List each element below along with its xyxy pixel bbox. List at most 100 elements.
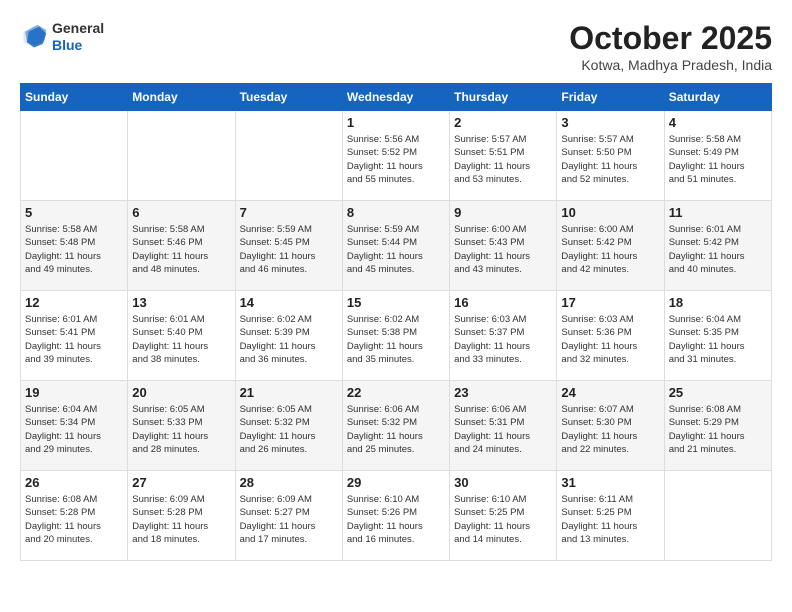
logo-icon bbox=[20, 23, 48, 51]
day-number: 8 bbox=[347, 205, 445, 220]
day-number: 19 bbox=[25, 385, 123, 400]
day-number: 11 bbox=[669, 205, 767, 220]
day-number: 3 bbox=[561, 115, 659, 130]
day-info: Sunrise: 6:09 AM Sunset: 5:28 PM Dayligh… bbox=[132, 493, 230, 546]
weekday-header: Friday bbox=[557, 84, 664, 111]
weekday-header: Wednesday bbox=[342, 84, 449, 111]
calendar-cell: 1Sunrise: 5:56 AM Sunset: 5:52 PM Daylig… bbox=[342, 111, 449, 201]
calendar-cell: 4 Sunrise: 5:58 AM Sunset: 5:49 PM Daylig… bbox=[664, 111, 771, 201]
day-info: Sunrise: 6:01 AM Sunset: 5:40 PM Dayligh… bbox=[132, 313, 230, 366]
calendar-cell bbox=[21, 111, 128, 201]
calendar-cell: 9Sunrise: 6:00 AM Sunset: 5:43 PM Daylig… bbox=[450, 201, 557, 291]
day-number: 5 bbox=[25, 205, 123, 220]
calendar-cell: 12 Sunrise: 6:01 AM Sunset: 5:41 PM Dayli… bbox=[21, 291, 128, 381]
calendar-week-row: 26Sunrise: 6:08 AM Sunset: 5:28 PM Dayli… bbox=[21, 471, 772, 561]
calendar-cell: 28Sunrise: 6:09 AM Sunset: 5:27 PM Dayli… bbox=[235, 471, 342, 561]
day-info: Sunrise: 6:02 AM Sunset: 5:39 PM Dayligh… bbox=[240, 313, 338, 366]
calendar-cell: 31Sunrise: 6:11 AM Sunset: 5:25 PM Dayli… bbox=[557, 471, 664, 561]
day-info: Sunrise: 6:03 AM Sunset: 5:37 PM Dayligh… bbox=[454, 313, 552, 366]
day-number: 13 bbox=[132, 295, 230, 310]
day-info: Sunrise: 6:01 AM Sunset: 5:42 PM Dayligh… bbox=[669, 223, 767, 276]
day-info: Sunrise: 6:09 AM Sunset: 5:27 PM Dayligh… bbox=[240, 493, 338, 546]
day-info: Sunrise: 6:04 AM Sunset: 5:35 PM Dayligh… bbox=[669, 313, 767, 366]
calendar-title: October 2025 bbox=[569, 20, 772, 57]
day-info: Sunrise: 6:00 AM Sunset: 5:42 PM Dayligh… bbox=[561, 223, 659, 276]
calendar-cell: 13 Sunrise: 6:01 AM Sunset: 5:40 PM Dayli… bbox=[128, 291, 235, 381]
weekday-row: SundayMondayTuesdayWednesdayThursdayFrid… bbox=[21, 84, 772, 111]
day-info: Sunrise: 6:06 AM Sunset: 5:31 PM Dayligh… bbox=[454, 403, 552, 456]
day-info: Sunrise: 5:59 AM Sunset: 5:45 PM Dayligh… bbox=[240, 223, 338, 276]
calendar-cell: 18 Sunrise: 6:04 AM Sunset: 5:35 PM Dayli… bbox=[664, 291, 771, 381]
calendar-cell: 27 Sunrise: 6:09 AM Sunset: 5:28 PM Dayli… bbox=[128, 471, 235, 561]
calendar-cell: 20 Sunrise: 6:05 AM Sunset: 5:33 PM Dayli… bbox=[128, 381, 235, 471]
day-number: 22 bbox=[347, 385, 445, 400]
day-number: 12 bbox=[25, 295, 123, 310]
day-info: Sunrise: 5:59 AM Sunset: 5:44 PM Dayligh… bbox=[347, 223, 445, 276]
weekday-header: Monday bbox=[128, 84, 235, 111]
calendar-cell: 11 Sunrise: 6:01 AM Sunset: 5:42 PM Dayli… bbox=[664, 201, 771, 291]
calendar-cell: 17 Sunrise: 6:03 AM Sunset: 5:36 PM Dayli… bbox=[557, 291, 664, 381]
calendar-cell: 26Sunrise: 6:08 AM Sunset: 5:28 PM Dayli… bbox=[21, 471, 128, 561]
day-number: 21 bbox=[240, 385, 338, 400]
logo-blue-text: Blue bbox=[52, 37, 104, 54]
day-number: 29 bbox=[347, 475, 445, 490]
header: General Blue October 2025 Kotwa, Madhya … bbox=[20, 20, 772, 73]
day-number: 25 bbox=[669, 385, 767, 400]
day-info: Sunrise: 6:05 AM Sunset: 5:33 PM Dayligh… bbox=[132, 403, 230, 456]
calendar-cell: 21 Sunrise: 6:05 AM Sunset: 5:32 PM Dayli… bbox=[235, 381, 342, 471]
day-info: Sunrise: 6:00 AM Sunset: 5:43 PM Dayligh… bbox=[454, 223, 552, 276]
day-info: Sunrise: 6:04 AM Sunset: 5:34 PM Dayligh… bbox=[25, 403, 123, 456]
day-info: Sunrise: 6:02 AM Sunset: 5:38 PM Dayligh… bbox=[347, 313, 445, 366]
day-info: Sunrise: 6:01 AM Sunset: 5:41 PM Dayligh… bbox=[25, 313, 123, 366]
day-number: 10 bbox=[561, 205, 659, 220]
day-number: 20 bbox=[132, 385, 230, 400]
day-info: Sunrise: 5:57 AM Sunset: 5:51 PM Dayligh… bbox=[454, 133, 552, 186]
calendar-cell: 15Sunrise: 6:02 AM Sunset: 5:38 PM Dayli… bbox=[342, 291, 449, 381]
day-info: Sunrise: 6:03 AM Sunset: 5:36 PM Dayligh… bbox=[561, 313, 659, 366]
calendar-cell bbox=[235, 111, 342, 201]
day-number: 2 bbox=[454, 115, 552, 130]
calendar-cell: 3 Sunrise: 5:57 AM Sunset: 5:50 PM Daylig… bbox=[557, 111, 664, 201]
calendar-cell: 23 Sunrise: 6:06 AM Sunset: 5:31 PM Dayli… bbox=[450, 381, 557, 471]
day-number: 1 bbox=[347, 115, 445, 130]
logo: General Blue bbox=[20, 20, 104, 54]
calendar-cell bbox=[664, 471, 771, 561]
calendar-body: 1Sunrise: 5:56 AM Sunset: 5:52 PM Daylig… bbox=[21, 111, 772, 561]
day-number: 7 bbox=[240, 205, 338, 220]
title-area: October 2025 Kotwa, Madhya Pradesh, Indi… bbox=[569, 20, 772, 73]
day-info: Sunrise: 5:57 AM Sunset: 5:50 PM Dayligh… bbox=[561, 133, 659, 186]
calendar-cell: 5 Sunrise: 5:58 AM Sunset: 5:48 PM Daylig… bbox=[21, 201, 128, 291]
day-number: 6 bbox=[132, 205, 230, 220]
calendar-cell: 22 Sunrise: 6:06 AM Sunset: 5:32 PM Dayli… bbox=[342, 381, 449, 471]
day-info: Sunrise: 6:10 AM Sunset: 5:26 PM Dayligh… bbox=[347, 493, 445, 546]
day-info: Sunrise: 5:58 AM Sunset: 5:48 PM Dayligh… bbox=[25, 223, 123, 276]
day-number: 27 bbox=[132, 475, 230, 490]
calendar-cell: 25 Sunrise: 6:08 AM Sunset: 5:29 PM Dayli… bbox=[664, 381, 771, 471]
calendar-table: SundayMondayTuesdayWednesdayThursdayFrid… bbox=[20, 83, 772, 561]
day-info: Sunrise: 6:11 AM Sunset: 5:25 PM Dayligh… bbox=[561, 493, 659, 546]
calendar-cell: 16Sunrise: 6:03 AM Sunset: 5:37 PM Dayli… bbox=[450, 291, 557, 381]
day-number: 30 bbox=[454, 475, 552, 490]
calendar-week-row: 5 Sunrise: 5:58 AM Sunset: 5:48 PM Daylig… bbox=[21, 201, 772, 291]
calendar-week-row: 19 Sunrise: 6:04 AM Sunset: 5:34 PM Dayli… bbox=[21, 381, 772, 471]
calendar-cell: 30 Sunrise: 6:10 AM Sunset: 5:25 PM Dayli… bbox=[450, 471, 557, 561]
day-number: 23 bbox=[454, 385, 552, 400]
calendar-cell: 29 Sunrise: 6:10 AM Sunset: 5:26 PM Dayli… bbox=[342, 471, 449, 561]
logo-general-text: General bbox=[52, 20, 104, 37]
day-info: Sunrise: 6:08 AM Sunset: 5:29 PM Dayligh… bbox=[669, 403, 767, 456]
calendar-subtitle: Kotwa, Madhya Pradesh, India bbox=[569, 57, 772, 73]
day-info: Sunrise: 6:06 AM Sunset: 5:32 PM Dayligh… bbox=[347, 403, 445, 456]
calendar-cell: 19 Sunrise: 6:04 AM Sunset: 5:34 PM Dayli… bbox=[21, 381, 128, 471]
day-number: 17 bbox=[561, 295, 659, 310]
calendar-cell: 8 Sunrise: 5:59 AM Sunset: 5:44 PM Daylig… bbox=[342, 201, 449, 291]
day-info: Sunrise: 6:05 AM Sunset: 5:32 PM Dayligh… bbox=[240, 403, 338, 456]
day-info: Sunrise: 6:08 AM Sunset: 5:28 PM Dayligh… bbox=[25, 493, 123, 546]
day-info: Sunrise: 5:58 AM Sunset: 5:49 PM Dayligh… bbox=[669, 133, 767, 186]
day-number: 18 bbox=[669, 295, 767, 310]
calendar-header: SundayMondayTuesdayWednesdayThursdayFrid… bbox=[21, 84, 772, 111]
day-number: 24 bbox=[561, 385, 659, 400]
day-info: Sunrise: 6:10 AM Sunset: 5:25 PM Dayligh… bbox=[454, 493, 552, 546]
day-number: 4 bbox=[669, 115, 767, 130]
calendar-cell: 6Sunrise: 5:58 AM Sunset: 5:46 PM Daylig… bbox=[128, 201, 235, 291]
weekday-header: Saturday bbox=[664, 84, 771, 111]
